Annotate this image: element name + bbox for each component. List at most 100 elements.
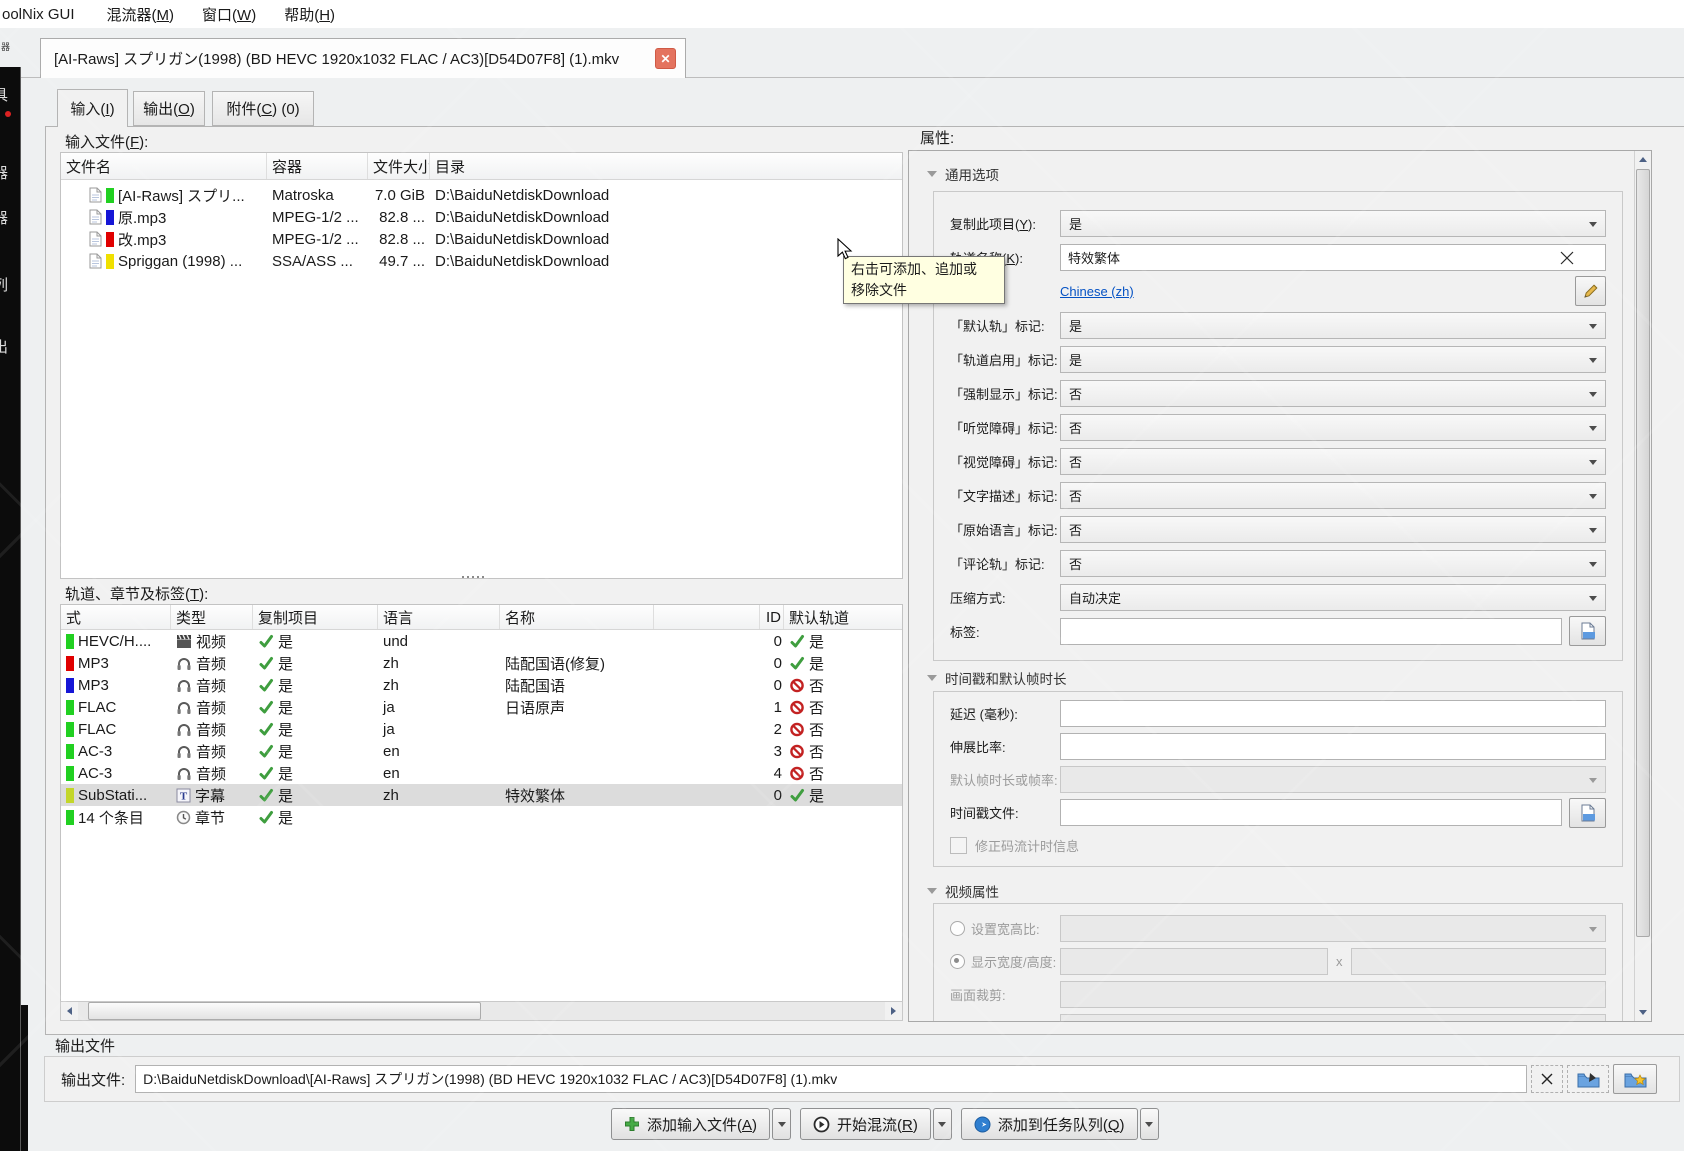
enabled-flag-value: 是 xyxy=(1069,350,1082,369)
section-timestamps-title: 时间戳和默认帧时长 xyxy=(945,668,1067,688)
edit-language-button[interactable] xyxy=(1575,276,1606,306)
start-muxing-dropdown[interactable] xyxy=(933,1108,952,1140)
compression-combo[interactable]: 自动决定 xyxy=(1060,584,1606,611)
browse-output-button[interactable] xyxy=(1567,1065,1609,1093)
add-to-queue-dropdown[interactable] xyxy=(1140,1108,1159,1140)
scroll-thumb[interactable] xyxy=(1636,169,1650,937)
tracks-table-header[interactable]: 式 类型 复制项目 语言 名称 ID 默认轨道 xyxy=(61,605,902,630)
track-row[interactable]: MP3 音频 是 zh 陆配国语(修复) 0 是 xyxy=(61,652,902,674)
track-row[interactable]: MP3 音频 是 zh 陆配国语 0 否 xyxy=(61,674,902,696)
col-filename[interactable]: 文件名 xyxy=(61,153,267,179)
section-video-title: 视频属性 xyxy=(945,881,999,901)
copy-item-combo[interactable]: 是 xyxy=(1060,210,1606,237)
delay-input[interactable] xyxy=(1060,700,1606,727)
col-codec[interactable]: 式 xyxy=(61,605,171,629)
hearing-impaired-flag-combo[interactable]: 否 xyxy=(1060,414,1606,441)
track-row[interactable]: FLAC 音频 是 ja 2 否 xyxy=(61,718,902,740)
track-row[interactable]: 14 个条目 章节 是 xyxy=(61,806,902,828)
track-row-selected[interactable]: SubStati... T字幕 是 zh 特效繁体 0 是 xyxy=(61,784,902,806)
scroll-down-button[interactable] xyxy=(1635,1004,1651,1021)
file-row[interactable]: [AI-Raws] スプリ... Matroska 7.0 GiB D:\Bai… xyxy=(61,184,902,206)
track-row[interactable]: HEVC/H.... 视频 是 und 0 是 xyxy=(61,630,902,652)
track-row[interactable]: AC-3 音频 是 en 4 否 xyxy=(61,762,902,784)
menu-help[interactable]: 帮助(H) xyxy=(270,1,349,28)
tooltip: 右击可添加、追加或 移除文件 xyxy=(843,256,1005,304)
section-video[interactable]: 视频属性 xyxy=(927,881,999,901)
col-directory[interactable]: 目录 xyxy=(430,153,902,179)
text-descriptions-flag-combo[interactable]: 否 xyxy=(1060,482,1606,509)
timestamps-box: 延迟 (毫秒): 伸展比率: 默认帧时长或帧率: 时间戳文件: 修正码流计时信息 xyxy=(933,691,1623,867)
track-name xyxy=(500,762,654,784)
file-icon xyxy=(89,231,102,247)
section-timestamps[interactable]: 时间戳和默认帧时长 xyxy=(927,668,1067,688)
browse-tags-button[interactable] xyxy=(1569,616,1606,646)
default-flag-combo[interactable]: 是 xyxy=(1060,312,1606,339)
enabled-flag-combo[interactable]: 是 xyxy=(1060,346,1606,373)
scroll-left-button[interactable] xyxy=(61,1002,78,1020)
scroll-right-button[interactable] xyxy=(885,1002,902,1020)
input-files-table[interactable]: 文件名 容器 文件大小 目录 [AI-Raws] スプリ... Matroska… xyxy=(60,152,903,579)
track-row[interactable]: AC-3 音频 是 en 3 否 xyxy=(61,740,902,762)
tab-input[interactable]: 输入(I) xyxy=(57,89,128,127)
scroll-thumb[interactable] xyxy=(88,1002,481,1020)
scroll-track[interactable] xyxy=(78,1002,885,1020)
col-container[interactable]: 容器 xyxy=(267,153,368,179)
file-row[interactable]: Spriggan (1998) ... SSA/ASS ... 49.7 ...… xyxy=(61,250,902,272)
properties-vscrollbar[interactable] xyxy=(1634,151,1651,1021)
track-name-input[interactable]: 特效繁体 xyxy=(1060,244,1606,271)
visual-impaired-flag-combo[interactable]: 否 xyxy=(1060,448,1606,475)
add-to-queue-button[interactable]: 添加到任务队列(Q) xyxy=(961,1108,1138,1140)
scroll-up-button[interactable] xyxy=(1635,151,1651,168)
col-copy[interactable]: 复制项目 xyxy=(253,605,378,629)
track-type: 章节 xyxy=(195,807,225,828)
hearing-impaired-flag-label: 「听觉障碍」标记: xyxy=(950,418,1060,437)
splitter-handle[interactable] xyxy=(462,576,484,578)
track-language: ja xyxy=(378,718,500,740)
files-table-header[interactable]: 文件名 容器 文件大小 目录 xyxy=(61,153,902,180)
section-general[interactable]: 通用选项 xyxy=(927,164,999,184)
file-tab[interactable]: [AI-Raws] スプリガン(1998) (BD HEVC 1920x1032… xyxy=(40,38,686,78)
browse-timestamp-button[interactable] xyxy=(1569,798,1606,828)
col-size[interactable]: 文件大小 xyxy=(368,153,430,179)
track-language: und xyxy=(378,630,500,652)
source-color-swatch xyxy=(66,744,74,759)
menu-window[interactable]: 窗口(W) xyxy=(188,1,270,28)
visual-impaired-flag-label: 「视觉障碍」标记: xyxy=(950,452,1060,471)
clear-output-button[interactable] xyxy=(1531,1065,1563,1093)
col-type[interactable]: 类型 xyxy=(171,605,253,629)
commentary-flag-combo[interactable]: 否 xyxy=(1060,550,1606,577)
col-name[interactable]: 名称 xyxy=(500,605,654,629)
tab-attachments[interactable]: 附件(C) (0) xyxy=(212,91,314,126)
col-language[interactable]: 语言 xyxy=(378,605,500,629)
output-options-button[interactable] xyxy=(1613,1064,1657,1094)
forced-flag-combo[interactable]: 否 xyxy=(1060,380,1606,407)
file-row[interactable]: 原.mp3 MPEG-1/2 ... 82.8 ... D:\BaiduNetd… xyxy=(61,206,902,228)
track-name xyxy=(500,718,654,740)
menu-multiplexer[interactable]: 混流器(M) xyxy=(93,1,189,28)
hearing-impaired-flag-value: 否 xyxy=(1069,418,1082,437)
timestamp-file-input[interactable] xyxy=(1060,799,1562,826)
tracks-hscrollbar[interactable] xyxy=(60,1001,903,1021)
file-row[interactable]: 改.mp3 MPEG-1/2 ... 82.8 ... D:\BaiduNetd… xyxy=(61,228,902,250)
track-row[interactable]: FLAC 音频 是 ja 日语原声 1 否 xyxy=(61,696,902,718)
menu-app[interactable]: oolNix GUI xyxy=(0,3,93,26)
original-language-flag-combo[interactable]: 否 xyxy=(1060,516,1606,543)
clear-icon[interactable] xyxy=(1557,248,1577,271)
start-muxing-button[interactable]: 开始混流(R) xyxy=(800,1108,931,1140)
language-link[interactable]: Chinese (zh) xyxy=(1060,284,1134,299)
track-codec: HEVC/H.... xyxy=(78,633,151,650)
stretch-input[interactable] xyxy=(1060,733,1606,760)
col-id[interactable]: ID xyxy=(760,605,784,629)
add-source-button[interactable]: 添加输入文件(A) xyxy=(611,1108,770,1140)
audio-icon xyxy=(176,766,192,781)
tags-input[interactable] xyxy=(1060,618,1562,645)
file-size: 82.8 ... xyxy=(368,206,430,228)
properties-panel: 通用选项 复制此项目(Y): 是 轨道名称(K): 特效繁体 Chinese (… xyxy=(908,150,1652,1022)
tracks-table[interactable]: 式 类型 复制项目 语言 名称 ID 默认轨道 HEVC/H.... 视频 是 … xyxy=(60,604,903,1002)
col-default-track[interactable]: 默认轨道 xyxy=(784,605,902,629)
tab-close-icon[interactable]: ✕ xyxy=(655,48,676,69)
add-source-dropdown[interactable] xyxy=(772,1108,791,1140)
tab-output[interactable]: 输出(O) xyxy=(133,91,205,126)
audio-icon xyxy=(176,678,192,693)
output-file-input[interactable]: D:\BaiduNetdiskDownload\[AI-Raws] スプリガン(… xyxy=(135,1065,1527,1093)
